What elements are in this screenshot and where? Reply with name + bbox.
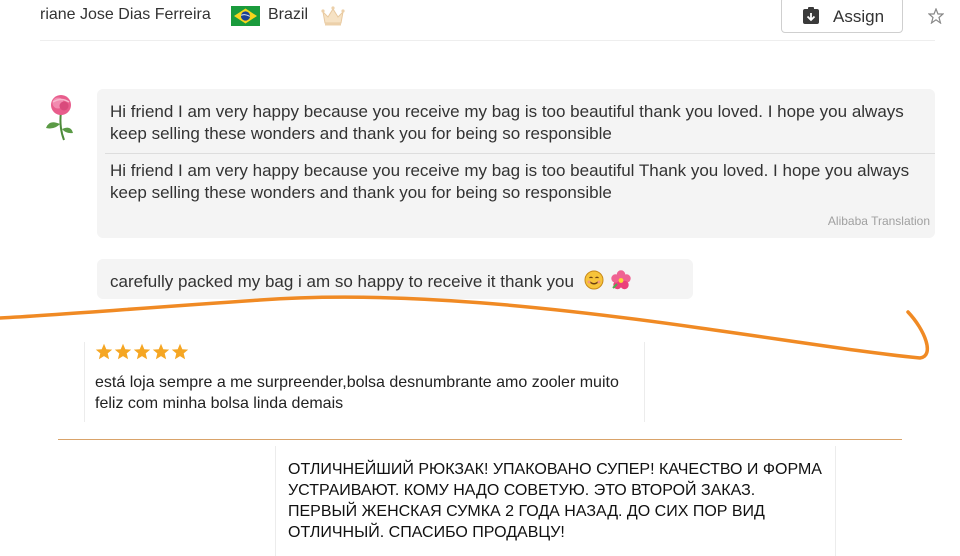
assign-button[interactable]: Assign bbox=[781, 0, 903, 33]
customer-name: riane Jose Dias Ferreira bbox=[40, 6, 211, 23]
translation-divider bbox=[105, 153, 935, 154]
crown-icon bbox=[321, 6, 345, 26]
review-card: ОТЛИЧНЕЙШИЙ РЮКЗАК! УПАКОВАНО СУПЕР! КАЧ… bbox=[275, 446, 836, 556]
message-translation: Hi friend I am very happy because you re… bbox=[110, 161, 910, 202]
message-text: carefully packed my bag i am so happy to… bbox=[110, 272, 574, 291]
translation-source-label: Alibaba Translation bbox=[827, 214, 930, 228]
customer-country: Brazil bbox=[268, 6, 309, 23]
assign-icon bbox=[803, 7, 819, 24]
star-icon bbox=[152, 343, 170, 360]
hibiscus-icon bbox=[611, 270, 632, 290]
rose-icon bbox=[46, 95, 73, 141]
smiling-face-icon bbox=[584, 270, 604, 290]
card-border bbox=[275, 446, 276, 556]
message-text: Hi friend I am very happy because you re… bbox=[110, 102, 904, 143]
star-icon bbox=[114, 343, 132, 360]
card-border bbox=[835, 446, 836, 556]
star-icon bbox=[95, 343, 113, 360]
chat-header: riane Jose Dias Ferreira Brazil Assign bbox=[0, 0, 960, 40]
star-icon bbox=[133, 343, 151, 360]
message-bubble: Hi friend I am very happy because you re… bbox=[97, 89, 935, 238]
card-border bbox=[644, 342, 645, 422]
star-outline-icon[interactable] bbox=[928, 8, 944, 24]
review-text: está loja sempre a me surpreender,bolsa … bbox=[95, 374, 619, 412]
star-icon bbox=[171, 343, 189, 360]
assign-label: Assign bbox=[833, 7, 885, 26]
header-divider bbox=[40, 40, 935, 41]
review-text: ОТЛИЧНЕЙШИЙ РЮКЗАК! УПАКОВАНО СУПЕР! КАЧ… bbox=[288, 461, 822, 541]
brazil-flag-icon bbox=[231, 6, 260, 26]
section-divider bbox=[58, 439, 902, 440]
card-border bbox=[84, 342, 85, 422]
review-card: está loja sempre a me surpreender,bolsa … bbox=[84, 342, 645, 422]
star-rating bbox=[95, 343, 189, 361]
